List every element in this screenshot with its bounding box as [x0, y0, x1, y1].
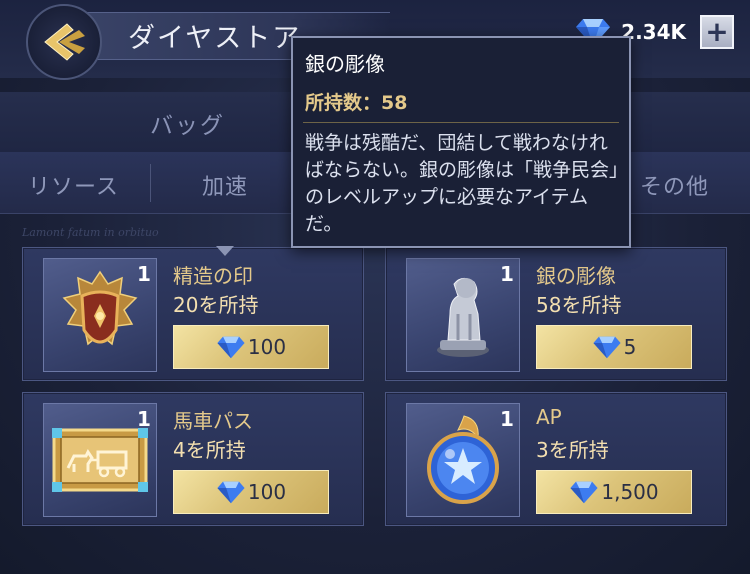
tooltip-owned: 所持数：58 [305, 88, 407, 115]
item-quantity: 1 [500, 407, 514, 431]
tooltip-description: 戦争は残酷だ、団結して戦わなければならない。銀の彫像は「戦争民会」のレベルアップ… [305, 132, 619, 235]
crest-shield-icon [62, 270, 138, 346]
buy-button[interactable]: 100 [173, 325, 329, 369]
tab-resources[interactable]: リソース [28, 169, 119, 201]
back-chevron-icon [44, 23, 85, 61]
item-owned-count: 3を所持 [536, 438, 609, 462]
price-label: 1,500 [601, 480, 659, 504]
tab-divider [150, 164, 151, 202]
tooltip-pointer [216, 246, 234, 256]
item-card-seal[interactable]: 1 精造の印 20を所持 100 [22, 247, 364, 381]
item-name: 精造の印 [173, 264, 253, 288]
item-card-ap[interactable]: 1 AP 3を所持 1,500 [385, 392, 727, 526]
buy-button[interactable]: 100 [173, 470, 329, 514]
buy-button[interactable]: 1,500 [536, 470, 692, 514]
tab-other[interactable]: その他 [640, 169, 709, 201]
price-label: 5 [623, 335, 637, 359]
diamond-icon [593, 336, 621, 359]
tooltip-count-label: 所持数： [305, 92, 382, 114]
back-button[interactable] [26, 4, 102, 80]
item-quantity: 1 [500, 262, 514, 286]
tooltip-divider [303, 122, 619, 123]
item-quantity: 1 [137, 262, 151, 286]
diamond-icon [217, 481, 245, 504]
item-card-carriage-pass[interactable]: 1 馬車パス 4を所持 100 [22, 392, 364, 526]
tooltip-title: 銀の彫像 [305, 52, 385, 76]
item-owned-count: 4を所持 [173, 438, 246, 462]
carriage-pass-icon [52, 428, 148, 492]
background-inscription: Lamont fatum in orbituo [22, 226, 159, 239]
diamond-icon [217, 336, 245, 359]
item-name: 銀の彫像 [536, 264, 616, 288]
item-card-silver-statue[interactable]: 1 銀の彫像 58を所持 5 [385, 247, 727, 381]
price-label: 100 [247, 480, 287, 504]
tab-speedup[interactable]: 加速 [202, 169, 248, 201]
tab-bag[interactable]: バッグ [150, 106, 225, 140]
item-name: 馬車パス [173, 409, 253, 433]
tooltip-count-value: 58 [381, 92, 408, 114]
item-name: AP [536, 405, 562, 429]
page-title: ダイヤストア [128, 23, 302, 54]
item-tooltip: 銀の彫像 所持数：58 戦争は残酷だ、団結して戦わなければならない。銀の彫像は「… [291, 36, 631, 248]
buy-button[interactable]: 5 [536, 325, 692, 369]
item-owned-count: 20を所持 [173, 293, 259, 317]
ap-orb-icon [427, 415, 499, 504]
item-owned-count: 58を所持 [536, 293, 622, 317]
price-label: 100 [247, 335, 287, 359]
diamond-icon [570, 481, 598, 504]
item-quantity: 1 [137, 407, 151, 431]
silver-lion-statue-icon [437, 278, 489, 357]
add-currency-button[interactable]: + [700, 15, 734, 49]
